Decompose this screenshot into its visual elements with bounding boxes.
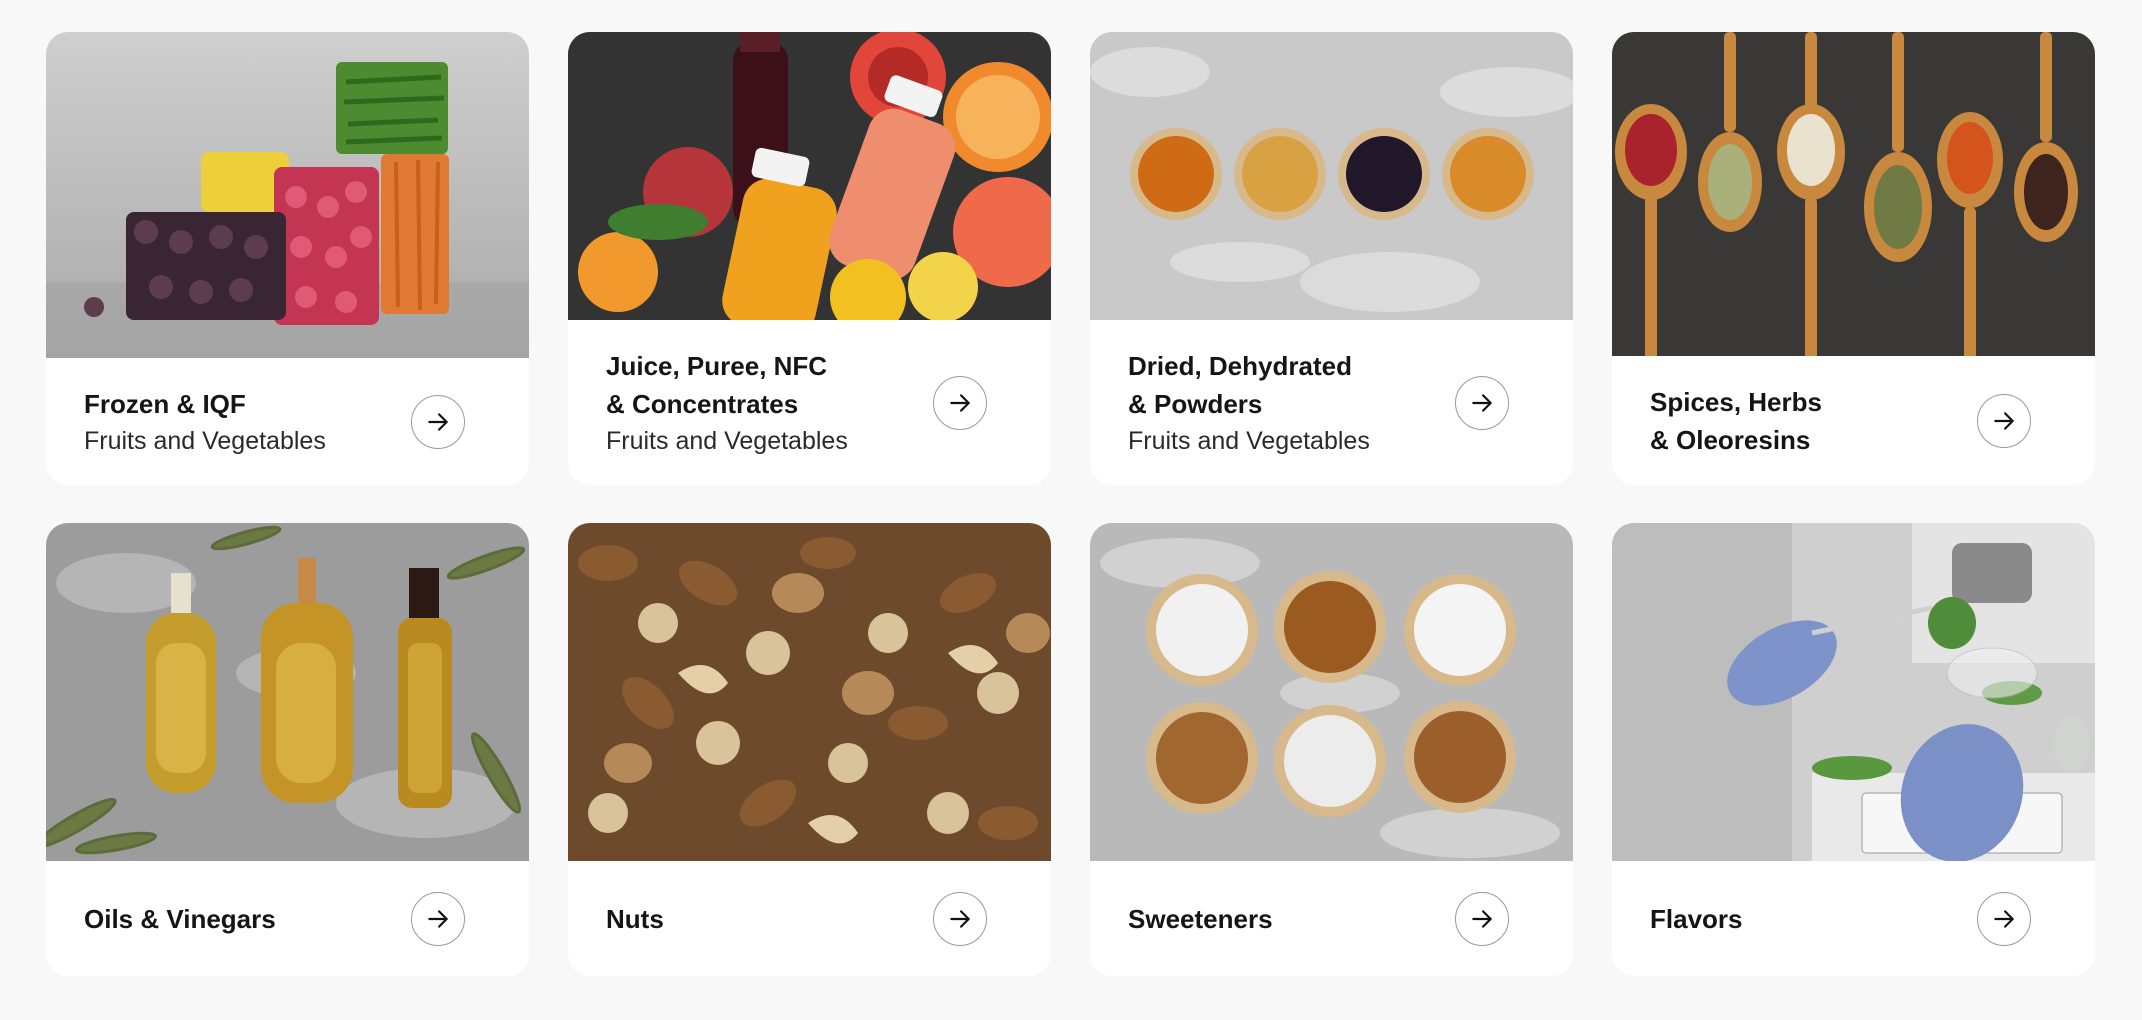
- arrow-button[interactable]: [933, 375, 987, 430]
- card-text: Frozen & IQF Fruits and Vegetables: [84, 385, 326, 459]
- card-title: Juice, Puree, NFC & Concentrates: [606, 350, 828, 419]
- category-card-spices[interactable]: Spices, Herbs & Oleoresins: [1612, 32, 2095, 485]
- card-text: Spices, Herbs & Oleoresins: [1650, 383, 1822, 459]
- arrow-button[interactable]: [411, 394, 465, 449]
- arrow-right-icon: [950, 393, 970, 412]
- card-text: Sweeteners: [1128, 900, 1273, 938]
- category-card-frozen[interactable]: Frozen & IQF Fruits and Vegetables: [46, 32, 529, 485]
- arrow-button[interactable]: [1455, 891, 1509, 946]
- arrow-button[interactable]: [1977, 393, 2031, 448]
- arrow-right-icon: [428, 909, 448, 928]
- mixed-nuts-image: [568, 523, 1051, 861]
- card-body: Frozen & IQF Fruits and Vegetables: [46, 358, 529, 485]
- card-body: Spices, Herbs & Oleoresins: [1612, 356, 2095, 485]
- category-card-oils[interactable]: Oils & Vinegars: [46, 523, 529, 976]
- card-title: Frozen & IQF: [84, 388, 246, 419]
- card-title: Spices, Herbs & Oleoresins: [1650, 386, 1822, 455]
- arrow-right-icon: [1994, 411, 2014, 430]
- arrow-button[interactable]: [411, 891, 465, 946]
- card-text: Juice, Puree, NFC & Concentrates Fruits …: [606, 347, 848, 459]
- card-text: Flavors: [1650, 900, 1743, 938]
- juice-bottles-image: [568, 32, 1051, 320]
- arrow-button[interactable]: [1455, 375, 1509, 430]
- card-title: Flavors: [1650, 903, 1743, 934]
- oil-bottles-image: [46, 523, 529, 861]
- card-subtitle: Fruits and Vegetables: [1128, 426, 1370, 455]
- card-text: Dried, Dehydrated & Powders Fruits and V…: [1128, 347, 1370, 459]
- card-subtitle: Fruits and Vegetables: [606, 426, 848, 455]
- card-body: Dried, Dehydrated & Powders Fruits and V…: [1090, 320, 1573, 485]
- card-body: Flavors: [1612, 861, 2095, 976]
- category-grid: Frozen & IQF Fruits and Vegetables Juice…: [46, 32, 2095, 976]
- card-title: Sweeteners: [1128, 903, 1273, 934]
- arrow-right-icon: [1994, 909, 2014, 928]
- card-body: Juice, Puree, NFC & Concentrates Fruits …: [568, 320, 1051, 485]
- category-card-nuts[interactable]: Nuts: [568, 523, 1051, 976]
- card-title: Nuts: [606, 903, 664, 934]
- arrow-button[interactable]: [1977, 891, 2031, 946]
- category-card-flavors[interactable]: Flavors: [1612, 523, 2095, 976]
- card-body: Sweeteners: [1090, 861, 1573, 976]
- card-title: Dried, Dehydrated & Powders: [1128, 350, 1352, 419]
- card-text: Nuts: [606, 900, 664, 938]
- arrow-button[interactable]: [933, 891, 987, 946]
- sugar-bowls-image: [1090, 523, 1573, 861]
- card-body: Nuts: [568, 861, 1051, 976]
- lab-scientist-image: [1612, 523, 2095, 861]
- spices-spoons-image: [1612, 32, 2095, 356]
- card-title: Oils & Vinegars: [84, 903, 276, 934]
- arrow-right-icon: [428, 412, 448, 431]
- category-card-dried[interactable]: Dried, Dehydrated & Powders Fruits and V…: [1090, 32, 1573, 485]
- frozen-fruits-image: [46, 32, 529, 358]
- arrow-right-icon: [1472, 393, 1492, 412]
- card-body: Oils & Vinegars: [46, 861, 529, 976]
- arrow-right-icon: [1472, 909, 1492, 928]
- category-card-sweeteners[interactable]: Sweeteners: [1090, 523, 1573, 976]
- arrow-right-icon: [950, 909, 970, 928]
- card-text: Oils & Vinegars: [84, 900, 276, 938]
- category-card-juice[interactable]: Juice, Puree, NFC & Concentrates Fruits …: [568, 32, 1051, 485]
- card-subtitle: Fruits and Vegetables: [84, 426, 326, 455]
- dried-fruits-image: [1090, 32, 1573, 320]
